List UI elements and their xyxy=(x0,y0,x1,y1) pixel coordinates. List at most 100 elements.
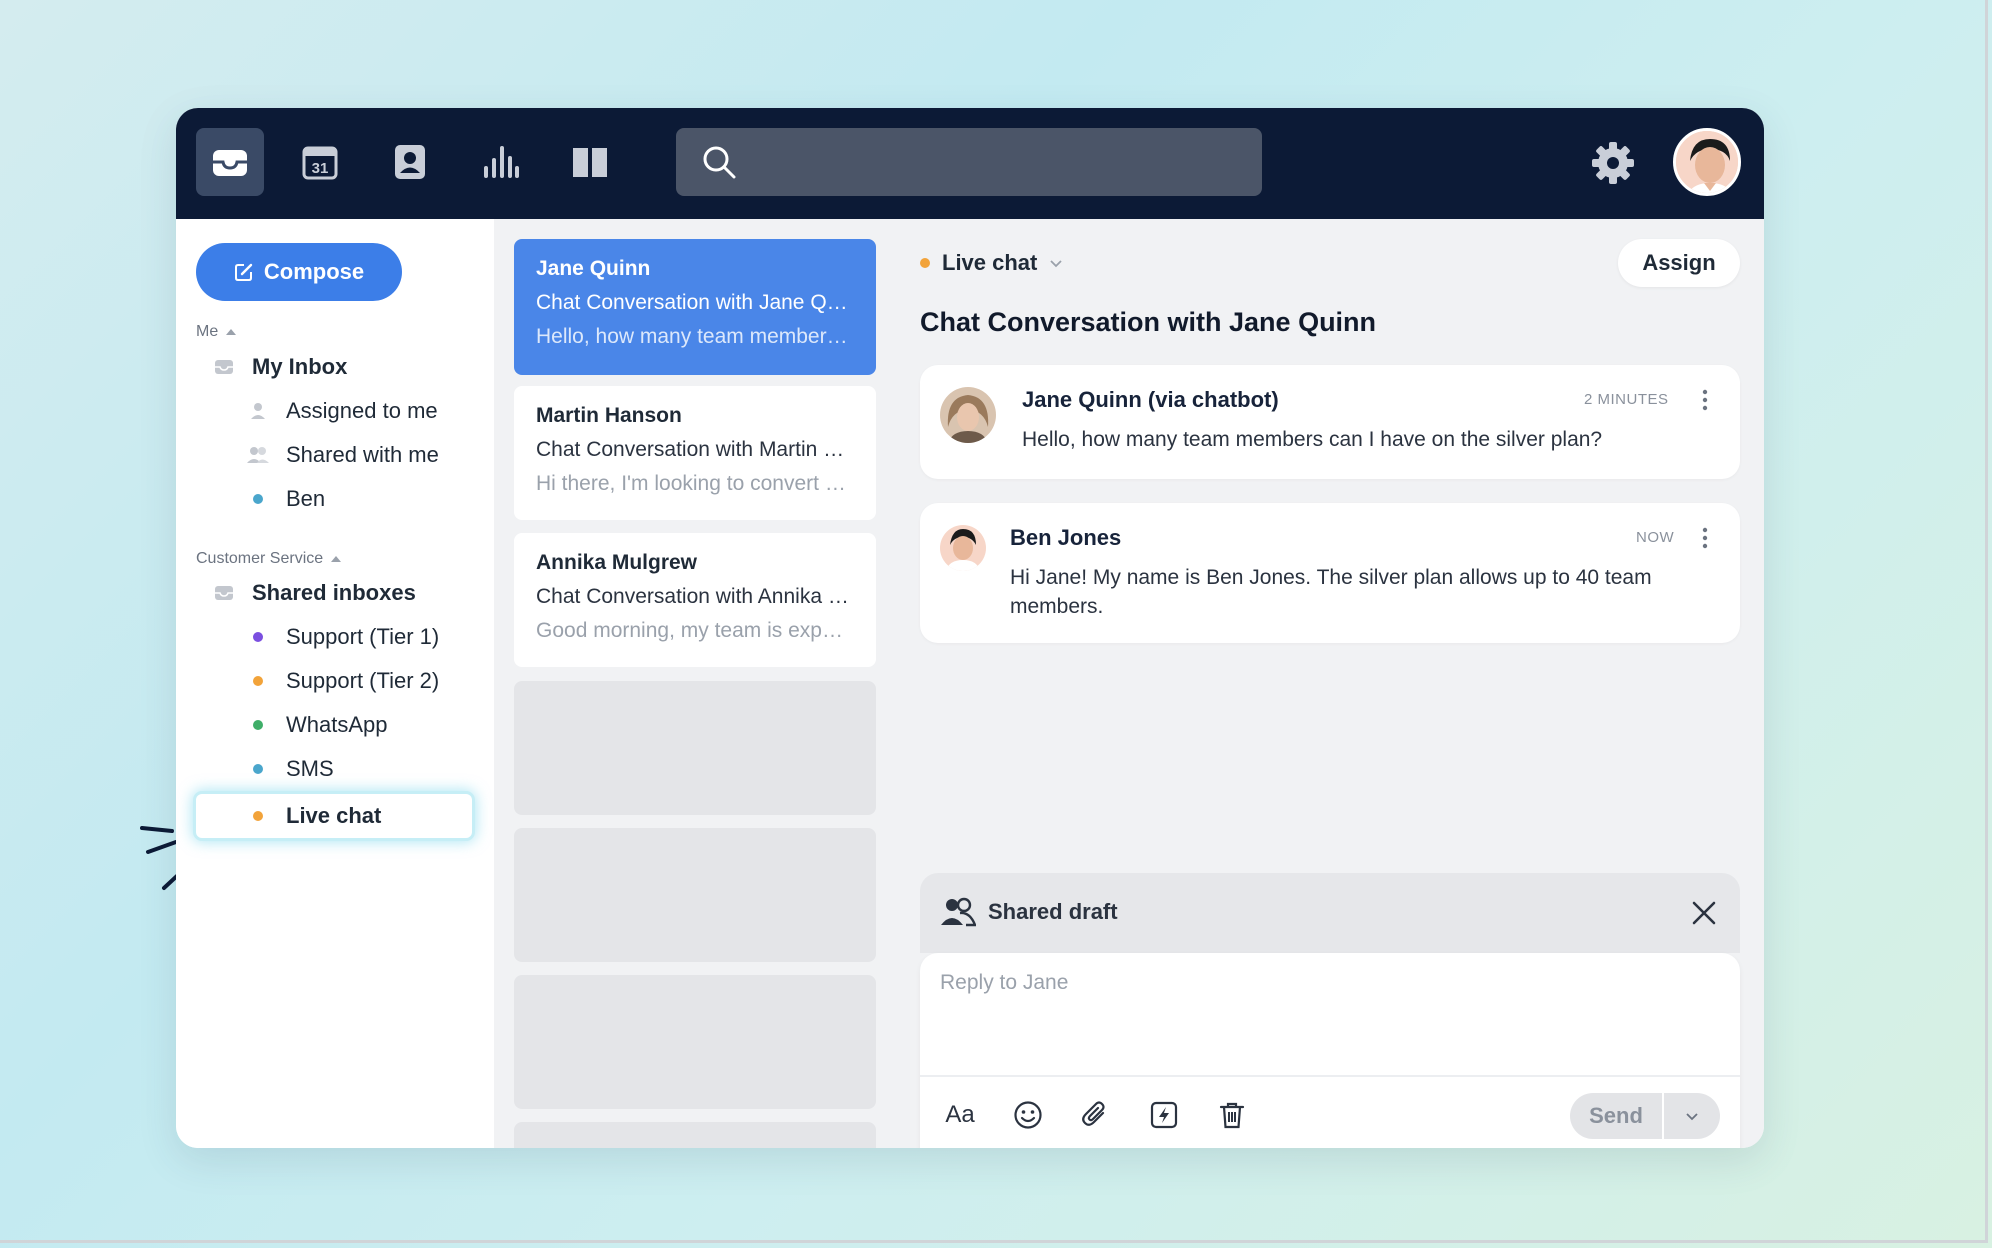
conversation-item-martin-hanson[interactable]: Martin Hanson Chat Conversation with Mar… xyxy=(514,386,876,520)
conversation-subject: Chat Conversation with Jane Quinn xyxy=(536,291,854,314)
sidebar-item-label: Assigned to me xyxy=(286,398,438,423)
customer-avatar xyxy=(940,387,996,443)
chevron-down-icon xyxy=(1050,260,1063,268)
snippet-button[interactable] xyxy=(1146,1097,1182,1133)
gear-icon[interactable] xyxy=(1590,140,1636,186)
send-options-button[interactable] xyxy=(1664,1109,1720,1123)
sidebar-item-whatsapp[interactable]: WhatsApp xyxy=(196,703,472,747)
conversation-preview: Good morning, my team is expanding xyxy=(536,619,854,642)
smiley-icon xyxy=(1014,1101,1042,1129)
delete-draft-button[interactable] xyxy=(1214,1097,1250,1133)
tray-icon xyxy=(196,585,252,601)
person-icon xyxy=(196,402,286,420)
channel-selector[interactable]: Live chat xyxy=(920,245,1063,281)
conversation-name: Annika Mulgrew xyxy=(536,551,698,574)
sidebar-item-label: Ben xyxy=(286,486,326,511)
reports-nav-button[interactable] xyxy=(466,128,534,196)
me-section-header[interactable]: Me xyxy=(196,323,237,341)
status-dot xyxy=(253,494,263,504)
app-window: 31 Compose Me My Inbox Assigned to me Sh… xyxy=(176,108,1764,1148)
sidebar: Compose Me My Inbox Assigned to me Share… xyxy=(176,219,494,1148)
loading-placeholder xyxy=(514,975,876,1109)
sidebar-item-my-inbox[interactable]: My Inbox xyxy=(196,345,472,389)
message-body: Hi Jane! My name is Ben Jones. The silve… xyxy=(1010,566,1652,618)
customer-service-section-header[interactable]: Customer Service xyxy=(196,550,342,568)
search-icon xyxy=(703,146,736,179)
message-author: Jane Quinn (via chatbot) xyxy=(1022,387,1279,412)
status-dot xyxy=(253,720,263,730)
conversation-preview: Hi there, I'm looking to convert my acco… xyxy=(536,472,854,495)
reports-icon xyxy=(484,146,519,178)
contacts-icon xyxy=(395,145,425,179)
people-icon xyxy=(196,446,286,464)
paperclip-icon xyxy=(1082,1101,1105,1126)
assign-button[interactable]: Assign xyxy=(1618,239,1740,287)
knowledge-base-nav-button[interactable] xyxy=(556,128,624,196)
contacts-nav-button[interactable] xyxy=(376,128,444,196)
reply-input[interactable] xyxy=(940,971,1720,1061)
loading-placeholder xyxy=(514,1122,876,1148)
conversation-subject: Chat Conversation with Martin Hanson xyxy=(536,438,854,461)
emoji-button[interactable] xyxy=(1010,1097,1046,1133)
sidebar-item-assigned-to-me[interactable]: Assigned to me xyxy=(196,389,472,433)
sidebar-item-sms[interactable]: SMS xyxy=(196,747,472,791)
conversation-list: Jane Quinn Chat Conversation with Jane Q… xyxy=(494,219,896,1148)
channel-label: Live chat xyxy=(942,250,1038,275)
user-avatar[interactable] xyxy=(1673,128,1741,196)
top-navigation-bar: 31 xyxy=(176,108,1764,219)
attach-button[interactable] xyxy=(1078,1097,1114,1133)
send-button[interactable]: Send xyxy=(1570,1103,1662,1129)
sidebar-item-support-tier-1[interactable]: Support (Tier 1) xyxy=(196,615,472,659)
compose-icon xyxy=(234,263,253,281)
conversation-name: Jane Quinn xyxy=(536,257,651,280)
sidebar-item-label: Shared with me xyxy=(286,442,439,467)
loading-placeholder xyxy=(514,828,876,962)
sidebar-item-shared-inboxes[interactable]: Shared inboxes xyxy=(196,571,472,615)
status-dot xyxy=(253,811,263,821)
more-options-icon[interactable] xyxy=(1702,527,1708,549)
composer-divider xyxy=(920,1075,1740,1077)
status-dot xyxy=(253,764,263,774)
trash-icon xyxy=(1219,1102,1245,1129)
text-format-icon: Aa xyxy=(945,1101,975,1128)
status-dot xyxy=(253,632,263,642)
conversation-item-annika-mulgrew[interactable]: Annika Mulgrew Chat Conversation with An… xyxy=(514,533,876,667)
tray-icon xyxy=(196,359,252,375)
svg-text:31: 31 xyxy=(312,160,329,177)
status-dot xyxy=(920,258,930,268)
reply-composer: Aa Send xyxy=(920,953,1740,1148)
conversation-preview: Hello, how many team members can I have … xyxy=(536,325,854,348)
search-bar[interactable] xyxy=(676,128,1262,196)
sidebar-item-label: My Inbox xyxy=(252,354,348,379)
more-options-icon[interactable] xyxy=(1702,389,1708,411)
user-avatar-image xyxy=(1676,131,1738,193)
collapse-caret-icon xyxy=(226,329,237,335)
close-icon[interactable] xyxy=(1690,899,1718,927)
message-body: Hello, how many team members can I have … xyxy=(1022,428,1603,451)
sidebar-item-support-tier-2[interactable]: Support (Tier 2) xyxy=(196,659,472,703)
message-card: Jane Quinn (via chatbot) 2 MINUTES Hello… xyxy=(920,365,1740,479)
chevron-down-icon xyxy=(1686,1113,1698,1121)
sidebar-item-label: WhatsApp xyxy=(286,712,388,737)
sidebar-item-label: Support (Tier 2) xyxy=(286,668,440,693)
compose-button[interactable]: Compose xyxy=(196,243,402,301)
sidebar-item-shared-with-me[interactable]: Shared with me xyxy=(196,433,472,477)
people-icon xyxy=(941,897,976,927)
message-author: Ben Jones xyxy=(1010,525,1122,550)
inbox-nav-button[interactable] xyxy=(196,128,264,196)
calendar-nav-button[interactable]: 31 xyxy=(286,128,354,196)
sidebar-item-label: SMS xyxy=(286,756,334,781)
send-button-group: Send xyxy=(1570,1093,1720,1139)
sidebar-item-label: Shared inboxes xyxy=(252,580,416,605)
knowledge-base-icon xyxy=(573,148,607,177)
inbox-icon xyxy=(213,150,247,176)
sidebar-item-label: Live chat xyxy=(286,803,382,828)
conversation-item-jane-quinn[interactable]: Jane Quinn Chat Conversation with Jane Q… xyxy=(514,239,876,375)
sidebar-item-live-chat[interactable]: Live chat xyxy=(196,794,472,838)
sidebar-item-ben[interactable]: Ben xyxy=(196,477,472,521)
agent-avatar xyxy=(940,525,986,571)
sidebar-item-label: Support (Tier 1) xyxy=(286,624,440,649)
calendar-icon: 31 xyxy=(302,146,338,180)
lightning-icon xyxy=(1150,1101,1178,1129)
text-format-button[interactable]: Aa xyxy=(942,1097,978,1133)
